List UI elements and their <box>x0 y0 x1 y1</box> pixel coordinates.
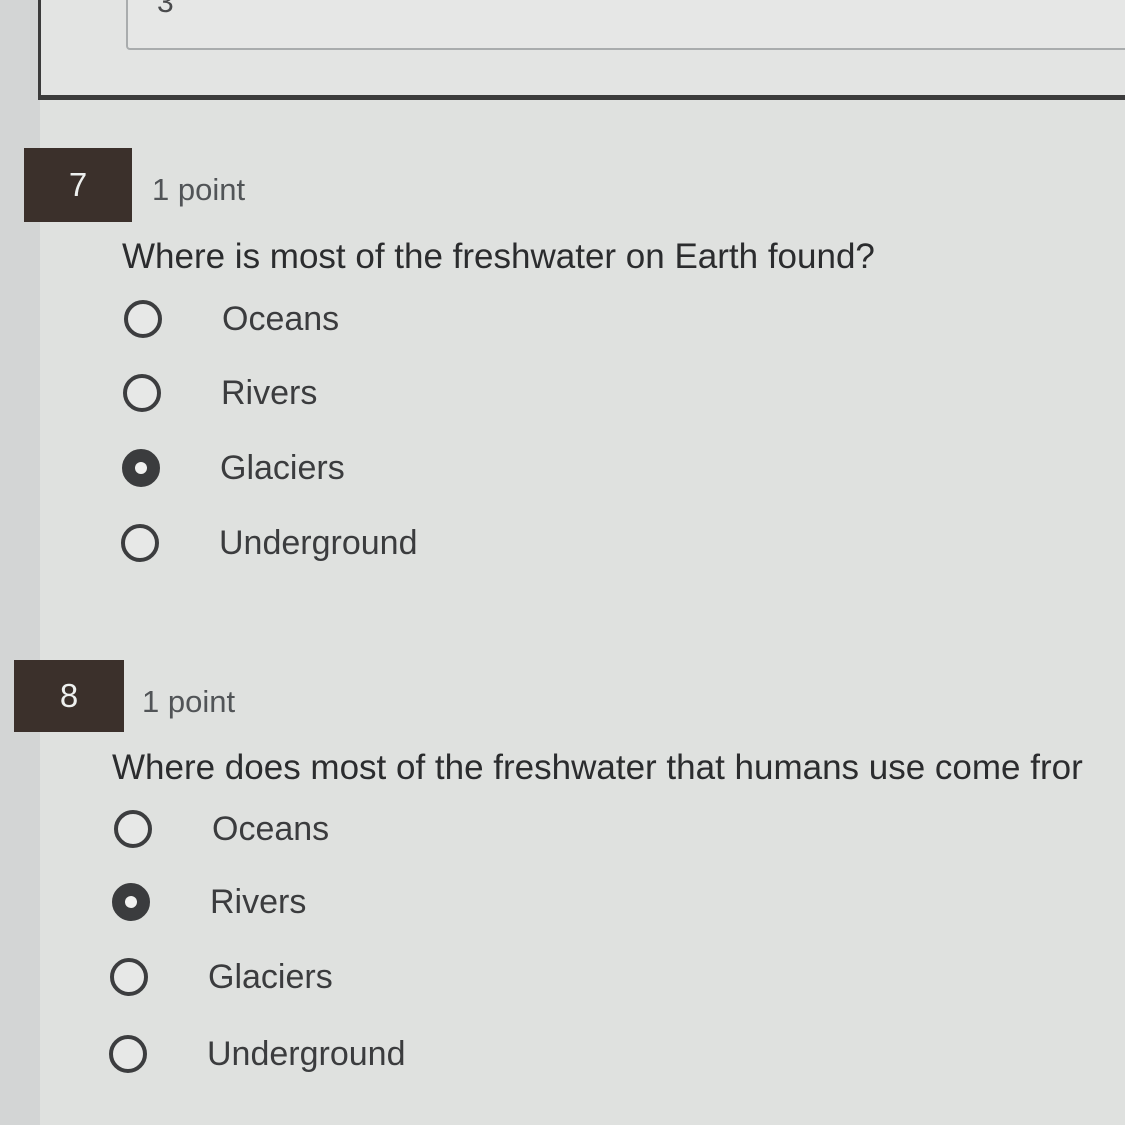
question-number-badge: 7 <box>24 148 132 222</box>
answer-option[interactable]: Oceans <box>124 294 724 344</box>
answer-option[interactable]: Underground <box>109 1029 709 1079</box>
radio-button[interactable] <box>110 958 148 996</box>
answer-option[interactable]: Glaciers <box>122 443 722 493</box>
radio-button[interactable] <box>114 810 152 848</box>
answer-option-label: Underground <box>207 1034 406 1073</box>
previous-answer-field[interactable] <box>126 0 1125 50</box>
answer-option[interactable]: Underground <box>121 518 721 568</box>
answer-option-label: Oceans <box>222 299 340 338</box>
answer-option-label: Glaciers <box>208 957 333 996</box>
question-text: Where does most of the freshwater that h… <box>112 748 1083 787</box>
answer-option-label: Oceans <box>212 809 330 848</box>
answer-option-label: Rivers <box>210 882 307 921</box>
answer-option-label: Rivers <box>221 373 318 412</box>
answer-option-label: Glaciers <box>220 448 345 487</box>
question-number-badge: 8 <box>14 660 124 732</box>
radio-button[interactable] <box>109 1035 147 1073</box>
radio-button[interactable] <box>123 374 161 412</box>
question-points: 1 point <box>142 684 236 719</box>
answer-option[interactable]: Rivers <box>123 368 723 418</box>
question-text: Where is most of the freshwater on Earth… <box>122 237 875 276</box>
answer-option[interactable]: Glaciers <box>110 952 710 1002</box>
radio-button[interactable] <box>124 300 162 338</box>
radio-button[interactable] <box>121 524 159 562</box>
radio-button-selected[interactable] <box>122 449 160 487</box>
previous-answer-value: 3 <box>157 0 174 19</box>
radio-button-selected[interactable] <box>112 883 150 921</box>
answer-option-label: Underground <box>219 523 418 562</box>
question-points: 1 point <box>152 172 246 207</box>
answer-option[interactable]: Rivers <box>112 877 712 927</box>
answer-option[interactable]: Oceans <box>114 804 714 854</box>
